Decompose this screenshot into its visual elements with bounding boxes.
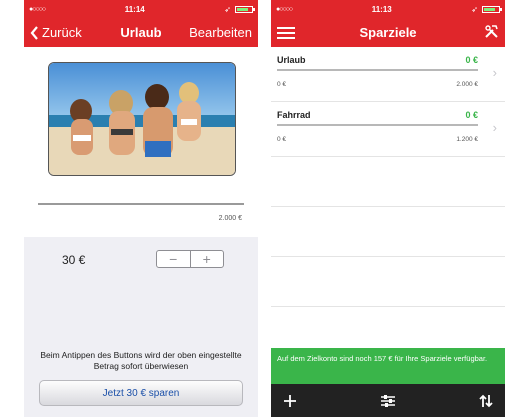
- chevron-left-icon: [30, 25, 38, 40]
- sort-button[interactable]: [479, 394, 493, 408]
- menu-button[interactable]: [277, 26, 295, 40]
- list-item-empty: [271, 257, 505, 307]
- filter-button[interactable]: [380, 394, 396, 408]
- goal-photo[interactable]: [48, 62, 236, 176]
- goal-saved-amount: 0 €: [465, 110, 478, 120]
- list-item-empty: [271, 157, 505, 207]
- goal-progress-bar: [38, 203, 244, 205]
- status-time: 11:14: [124, 4, 145, 14]
- decrement-button[interactable]: −: [157, 251, 190, 267]
- tools-icon: [485, 24, 498, 38]
- nav-bar: Sparziele: [271, 18, 505, 47]
- goal-list: Urlaub 0 € 0 € 2.000 € › Fahrrad 0 € 0 €…: [271, 47, 505, 307]
- battery-icon: [235, 5, 255, 13]
- goal-row-urlaub[interactable]: Urlaub 0 € 0 € 2.000 € ›: [271, 47, 505, 102]
- chevron-right-icon: ›: [492, 120, 497, 135]
- page-title: Sparziele: [359, 25, 417, 40]
- location-icon: ➶: [224, 4, 231, 14]
- goal-row-fahrrad[interactable]: Fahrrad 0 € 0 € 1.200 € ›: [271, 102, 505, 157]
- back-button[interactable]: Zurück: [30, 25, 82, 40]
- sort-icon: [479, 394, 493, 407]
- status-right: ➶: [471, 4, 502, 14]
- plus-icon: [284, 394, 296, 407]
- transfer-hint: Beim Antippen des Buttons wird der oben …: [40, 350, 242, 371]
- tools-button[interactable]: [484, 24, 499, 42]
- list-item-empty: [271, 207, 505, 257]
- goal-max-amount: 1.200 €: [456, 136, 478, 143]
- chevron-right-icon: ›: [492, 65, 497, 80]
- save-now-button[interactable]: Jetzt 30 € sparen: [39, 380, 243, 406]
- increment-button[interactable]: +: [191, 251, 224, 267]
- goal-min-amount: 0 €: [277, 136, 287, 143]
- nav-bar: Zurück Urlaub Bearbeiten: [24, 18, 258, 47]
- add-goal-button[interactable]: [283, 394, 297, 408]
- back-label: Zurück: [42, 25, 82, 40]
- bottom-toolbar: [271, 384, 505, 417]
- edit-button[interactable]: Bearbeiten: [189, 25, 252, 40]
- goal-name: Fahrrad: [277, 110, 311, 120]
- location-icon: ➶: [471, 4, 478, 14]
- signal-indicator: ●○○○○: [276, 5, 293, 13]
- battery-icon: [482, 5, 502, 13]
- goal-max-amount: 2.000 €: [218, 215, 242, 222]
- goals-list-screen: ●○○○○ 11:13 ➶ Sparziele Urlaub 0 € 0 € 2…: [271, 0, 505, 417]
- goal-min-amount: 0 €: [277, 81, 287, 88]
- menu-icon: [277, 26, 295, 39]
- goal-progress-bar: [277, 69, 478, 71]
- goal-name: Urlaub: [277, 55, 306, 65]
- beach-photo-image: [49, 63, 235, 175]
- status-right: ➶: [224, 4, 255, 14]
- signal-indicator: ●○○○○: [29, 5, 46, 13]
- status-time: 11:13: [371, 4, 392, 14]
- available-balance-banner: Auf dem Zielkonto sind noch 157 € für Ih…: [271, 348, 505, 384]
- goal-saved-amount: 0 €: [465, 55, 478, 65]
- goal-max-amount: 2.000 €: [456, 81, 478, 88]
- goal-progress-bar: [277, 124, 478, 126]
- goal-detail-screen: ●○○○○ 11:14 ➶ Zurück Urlaub Bearbeiten 2…: [24, 0, 258, 417]
- status-bar: ●○○○○ 11:14 ➶: [24, 0, 258, 18]
- amount-stepper: − +: [156, 250, 224, 268]
- saving-amount-value: 30 €: [62, 253, 86, 267]
- status-bar: ●○○○○ 11:13 ➶: [271, 0, 505, 18]
- sliders-icon: [381, 394, 395, 407]
